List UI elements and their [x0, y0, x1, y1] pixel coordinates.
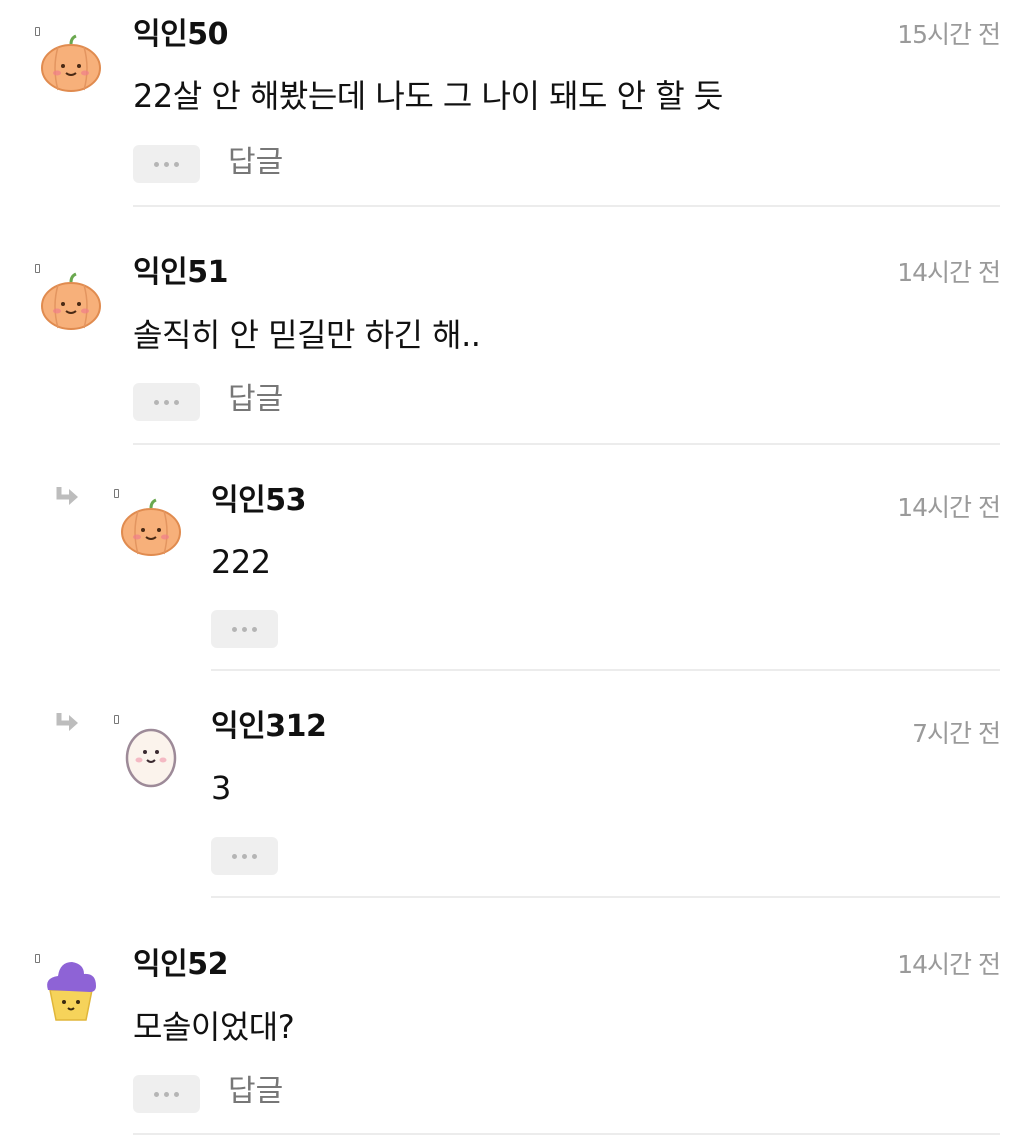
- pumpkin-avatar-icon: [41, 34, 101, 92]
- reply-divider: [211, 896, 1000, 898]
- reply-button[interactable]: 답글: [228, 1073, 283, 1111]
- more-options-button[interactable]: [133, 145, 200, 183]
- comment-nickname: 익인52: [133, 947, 228, 982]
- reply-text: 222: [211, 543, 271, 581]
- comment-divider: [133, 443, 1000, 445]
- reply-button[interactable]: 답글: [228, 144, 283, 182]
- more-dots-icon: [154, 399, 159, 405]
- comment-text: 모솔이었대?: [133, 1008, 295, 1046]
- comment-nickname: 익인50: [133, 17, 228, 52]
- reply-arrow-icon: [56, 487, 78, 505]
- more-options-button[interactable]: [133, 383, 200, 421]
- reply-time: 14시간 전: [897, 493, 1001, 522]
- comment-time: 14시간 전: [897, 950, 1001, 979]
- more-dots-icon: [154, 161, 159, 167]
- more-options-button[interactable]: [211, 837, 278, 875]
- comment-divider: [133, 1133, 1000, 1135]
- more-options-button[interactable]: [211, 610, 278, 648]
- reply-nickname: 익인53: [211, 483, 306, 518]
- comment-nickname: 익인51: [133, 255, 228, 290]
- pumpkin-avatar-icon: [41, 272, 101, 330]
- reply-arrow-icon: [56, 713, 78, 731]
- comment-time: 15시간 전: [897, 20, 1001, 49]
- cupcake-avatar-icon: [47, 962, 96, 1021]
- reply-nickname: 익인312: [211, 709, 327, 744]
- reply-button[interactable]: 답글: [228, 381, 283, 419]
- comment-divider: [133, 205, 1000, 207]
- comment-text: 22살 안 해봤는데 나도 그 나이 돼도 안 할 듯: [133, 77, 723, 115]
- more-options-button[interactable]: [133, 1075, 200, 1113]
- reply-divider: [211, 669, 1000, 671]
- comment-text: 솔직히 안 믿길만 하긴 해..: [133, 316, 481, 354]
- more-dots-icon: [154, 1091, 159, 1097]
- pumpkin-avatar-icon: [121, 498, 181, 556]
- reply-text: 3: [211, 769, 231, 807]
- more-dots-icon: [232, 853, 237, 859]
- more-dots-icon: [232, 626, 237, 632]
- comment-time: 14시간 전: [897, 258, 1001, 287]
- egg-avatar-icon: [125, 728, 177, 788]
- reply-time: 7시간 전: [912, 719, 1001, 748]
